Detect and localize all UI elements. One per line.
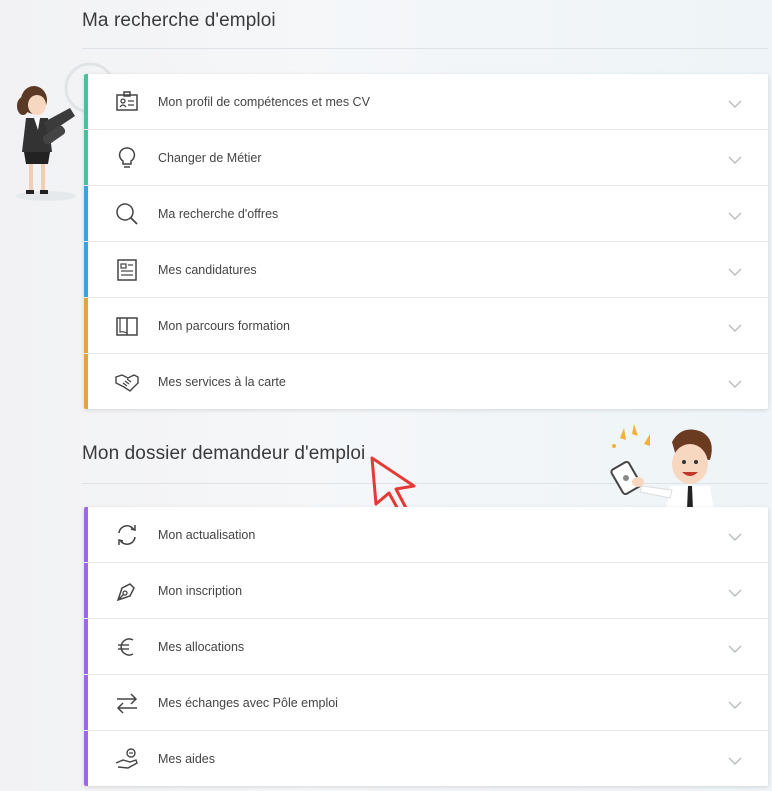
refresh-icon [114, 522, 140, 548]
menu-item-id-card[interactable]: Mon profil de compétences et mes CV [84, 74, 768, 130]
accent-bar [84, 242, 88, 297]
menu-item-book[interactable]: Mon parcours formation [84, 298, 768, 354]
chevron-down-icon[interactable] [728, 264, 742, 276]
menu-item-helping-hand[interactable]: Mes aides [84, 731, 768, 786]
accent-bar [84, 507, 88, 562]
accent-bar [84, 731, 88, 786]
accent-bar [84, 354, 88, 409]
man-phone-illustration [598, 420, 738, 510]
menu-item-label: Mon profil de compétences et mes CV [158, 94, 370, 109]
search-icon [114, 201, 140, 227]
menu-item-label: Mes allocations [158, 639, 245, 654]
menu-item-search[interactable]: Ma recherche d'offres [84, 186, 768, 242]
pen-nib-icon [114, 578, 140, 604]
chevron-down-icon[interactable] [728, 753, 742, 765]
chevron-down-icon[interactable] [728, 376, 742, 388]
lightbulb-icon [114, 145, 140, 171]
id-card-icon [114, 89, 140, 115]
menu-item-label: Mon actualisation [158, 527, 256, 542]
menu-item-document-list[interactable]: Mes candidatures [84, 242, 768, 298]
menu-item-euro[interactable]: Mes allocations [84, 619, 768, 675]
chevron-down-icon[interactable] [728, 641, 742, 653]
jobseeker-file-menu: Mon actualisation Mon inscription Mes allo… [84, 507, 768, 786]
chevron-down-icon[interactable] [728, 152, 742, 164]
menu-item-label: Mes échanges avec Pôle emploi [158, 695, 338, 710]
handshake-icon [114, 369, 140, 395]
chevron-down-icon[interactable] [728, 697, 742, 709]
menu-item-lightbulb[interactable]: Changer de Métier [84, 130, 768, 186]
divider [82, 48, 768, 49]
euro-icon [114, 634, 140, 660]
accent-bar [84, 563, 88, 618]
menu-item-label: Ma recherche d'offres [158, 206, 279, 221]
accent-bar [84, 298, 88, 353]
section-title-jobseeker-file: Mon dossier demandeur d'emploi [82, 443, 366, 464]
menu-item-handshake[interactable]: Mes services à la carte [84, 354, 768, 409]
chevron-down-icon[interactable] [728, 208, 742, 220]
accent-bar [84, 130, 88, 185]
menu-item-label: Mon inscription [158, 583, 243, 598]
menu-item-label: Mes candidatures [158, 262, 257, 277]
job-search-menu: Mon profil de compétences et mes CV Chang… [84, 74, 768, 409]
accent-bar [84, 619, 88, 674]
menu-item-refresh[interactable]: Mon actualisation [84, 507, 768, 563]
menu-item-label: Mes services à la carte [158, 374, 286, 389]
exchange-arrows-icon [114, 690, 140, 716]
accent-bar [84, 74, 88, 129]
menu-item-pen-nib[interactable]: Mon inscription [84, 563, 768, 619]
menu-item-label: Mes aides [158, 751, 215, 766]
accent-bar [84, 186, 88, 241]
document-list-icon [114, 257, 140, 283]
chevron-down-icon[interactable] [728, 320, 742, 332]
menu-item-label: Mon parcours formation [158, 318, 291, 333]
accent-bar [84, 675, 88, 730]
menu-item-label: Changer de Métier [158, 150, 262, 165]
chevron-down-icon[interactable] [728, 96, 742, 108]
menu-item-exchange-arrows[interactable]: Mes échanges avec Pôle emploi [84, 675, 768, 731]
chevron-down-icon[interactable] [728, 585, 742, 597]
chevron-down-icon[interactable] [728, 529, 742, 541]
section-title-job-search: Ma recherche d'emploi [82, 10, 276, 31]
helping-hand-icon [114, 746, 140, 772]
book-icon [114, 313, 140, 339]
